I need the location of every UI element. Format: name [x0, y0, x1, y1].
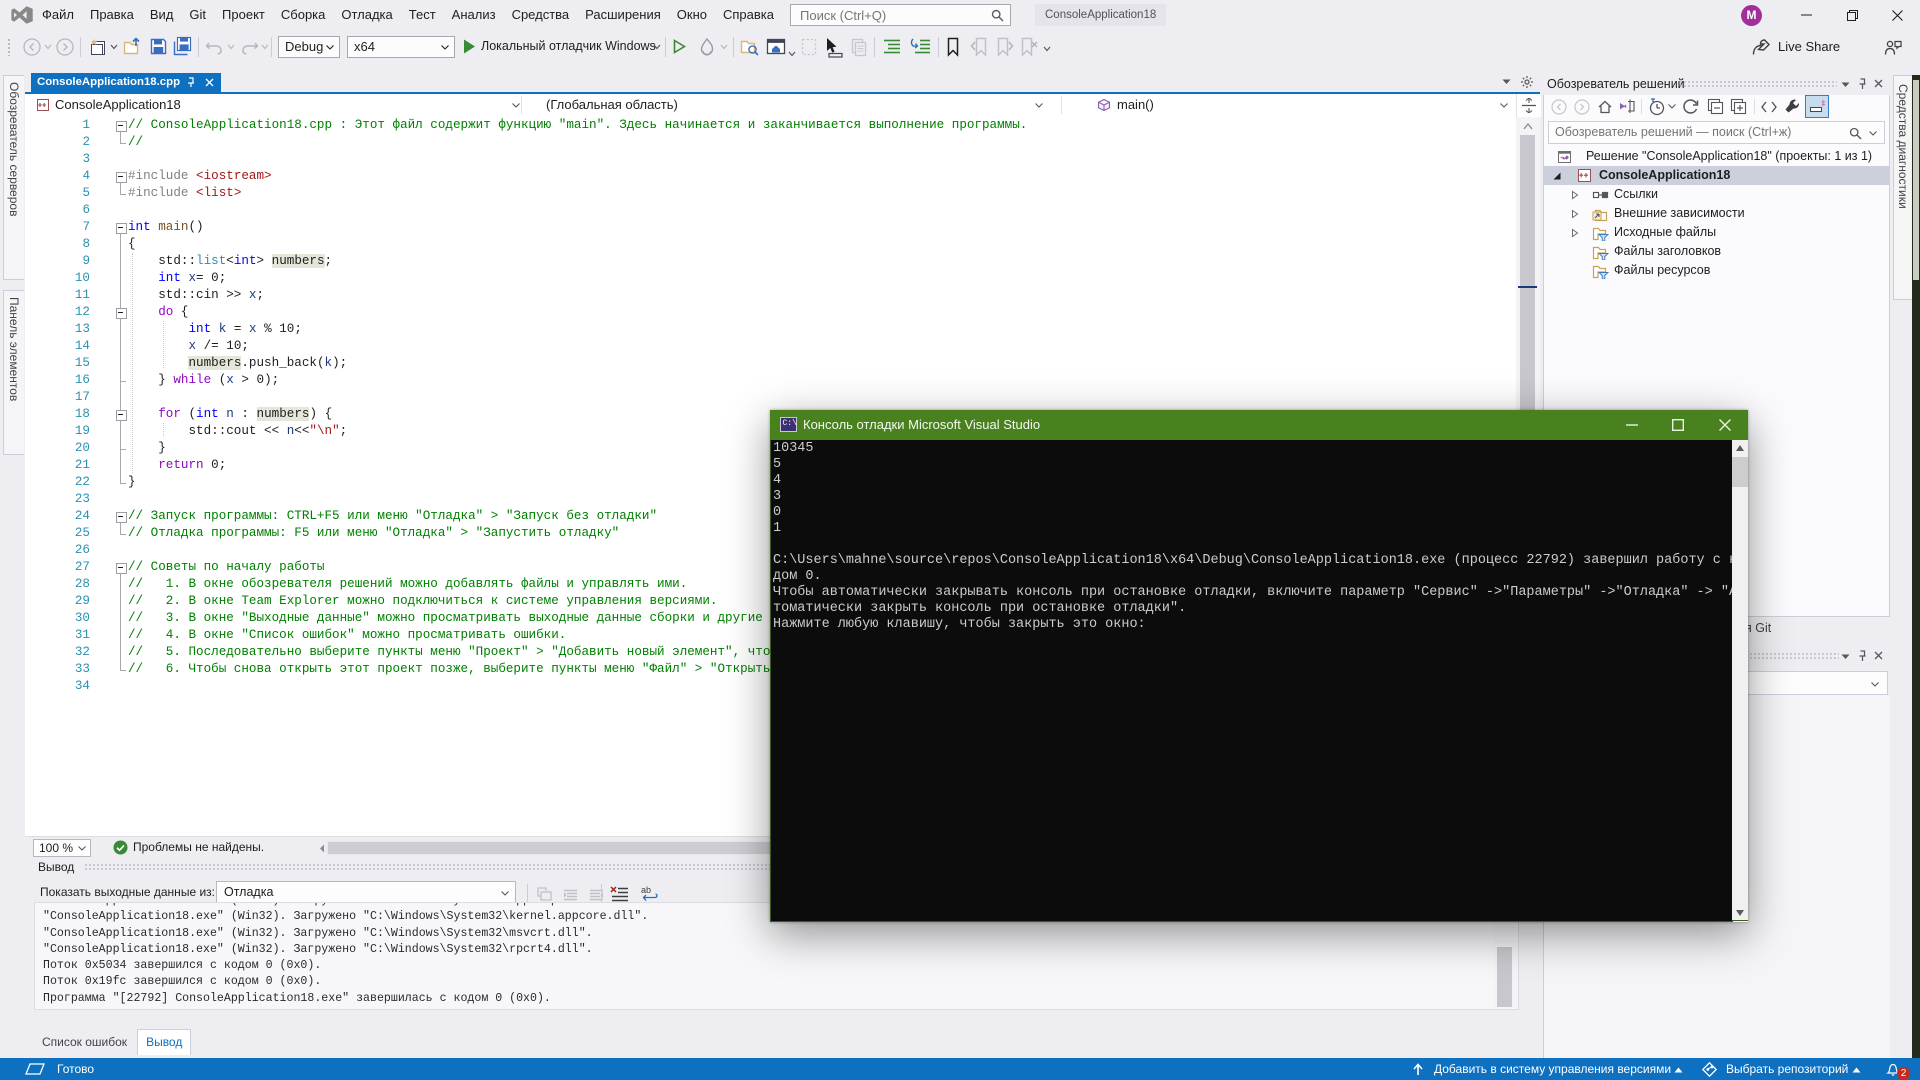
svg-text:ab: ab — [641, 885, 651, 895]
